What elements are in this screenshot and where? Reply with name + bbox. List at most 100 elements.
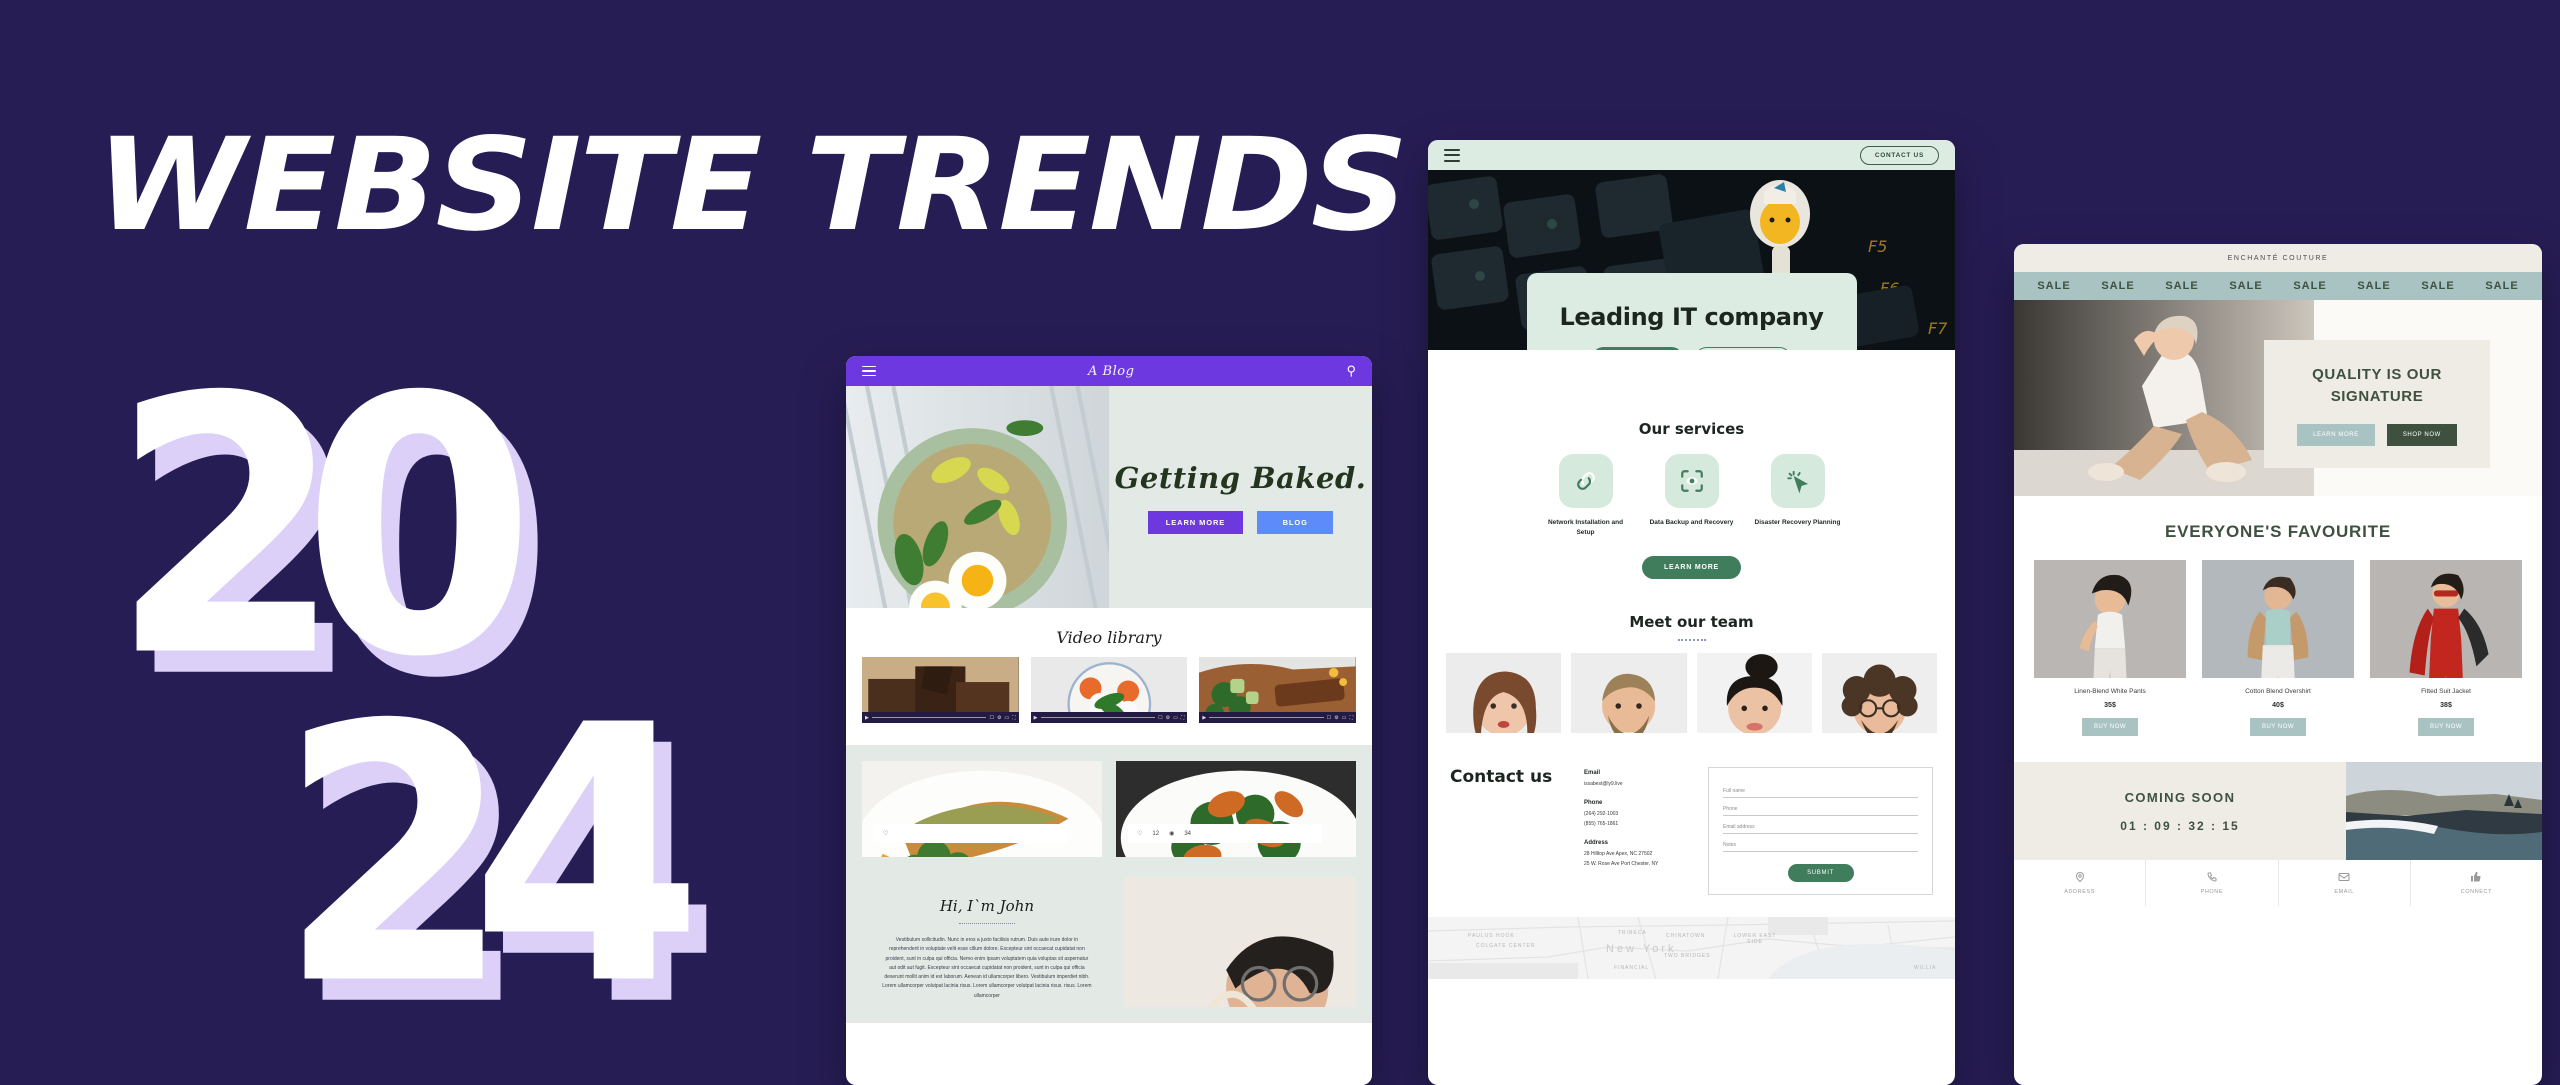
product-card[interactable]: Fitted Suit Jacket 38$ BUY NOW [2370,560,2522,736]
video-thumbnail[interactable]: ▶ ☐ ⚙ ▭ ⛶ [1199,657,1357,723]
blog-button[interactable]: BLOG [1257,510,1334,534]
video-controls[interactable]: ▶ ☐ ⚙ ▭ ⛶ [862,712,1019,723]
buy-now-button[interactable]: BUY NOW [2249,718,2307,736]
it-services-section: Our services Network Installation and Se… [1428,350,1955,579]
fashion-hero-card: QUALITY IS OUR SIGNATURE LEARN MORE SHOP… [2264,340,2490,468]
gear-icon[interactable]: ⚙ [997,715,1001,721]
theater-icon[interactable]: ▭ [1004,715,1009,721]
fashion-hero: QUALITY IS OUR SIGNATURE LEARN MORE SHOP… [2014,300,2542,496]
map-label: TRIBECA [1618,929,1647,936]
play-icon[interactable]: ▶ [1034,715,1038,721]
map-label: CHINATOWN [1666,932,1706,939]
theater-icon[interactable]: ▭ [1342,715,1347,721]
learn-more-button[interactable]: LEARN MORE [1147,510,1244,534]
about-copy: Hi, I`m John Vestibulum sollicitudin. Nu… [862,877,1112,1007]
team-title: Meet our team [1629,612,1754,631]
learn-more-button[interactable]: LEARN MORE [2297,423,2375,446]
footer-label: CONNECT [2460,889,2493,895]
team-member-photo[interactable] [1696,652,1812,733]
notes-input[interactable]: Notes [1723,834,1918,852]
services-learn-more-button[interactable]: LEARN MORE [1641,555,1742,579]
location-map[interactable]: PAULUS HOOK COLGATE CENTER TRIBECA CHINA… [1428,916,1955,979]
food-logo[interactable]: A Blog [876,364,1346,379]
contact-us-button[interactable]: CONTACT US [1859,145,1939,165]
address-value-1: 28 Hilltop Ave Apex, NC 27502 [1584,850,1653,857]
video-controls[interactable]: ▶ ☐ ⚙ ▭ ⛶ [1030,712,1188,723]
fashion-store-mockup[interactable]: ENCHANTÉ COUTURE SALE SALE SALE SALE SAL… [2014,244,2542,1085]
search-icon[interactable]: ⚲ [1346,363,1356,379]
footer-email[interactable]: EMAIL [2279,860,2411,906]
learn-more-button[interactable]: LEARN MORE [1592,347,1684,350]
product-photo [2370,560,2522,678]
full-name-input[interactable]: Full name [1723,780,1918,798]
year-digit-4: 4 [470,650,704,1063]
phone-value-2: (855) 765-1861 [1584,820,1619,827]
eye-icon: ◉ [1169,831,1175,837]
hero-food-photo [846,386,1109,608]
service-label: Disaster Recovery Planning [1754,519,1841,526]
theater-icon[interactable]: ▭ [1173,715,1178,721]
food-about: Hi, I`m John Vestibulum sollicitudin. Nu… [862,877,1356,1007]
video-thumbnail[interactable]: ▶ ☐ ⚙ ▭ ⛶ [1030,657,1188,723]
phone-value-1: (264) 292-1003 [1584,810,1619,817]
footer-phone[interactable]: PHONE [2146,860,2279,906]
team-member-photo[interactable] [1446,652,1562,733]
video-controls[interactable]: ▶ ☐ ⚙ ▭ ⛶ [1199,712,1357,723]
sale-tag: SALE [2485,280,2519,292]
sale-tag: SALE [2229,280,2263,292]
buy-now-button[interactable]: BUY NOW [2081,718,2139,736]
pip-icon[interactable]: ☐ [1158,715,1162,721]
service-label: Data Backup and Recovery [1649,519,1734,526]
progress-bar[interactable] [1209,717,1324,718]
fashion-hero-title: QUALITY IS OUR SIGNATURE [2312,366,2442,405]
sale-tag: SALE [2165,280,2199,292]
play-icon[interactable]: ▶ [865,715,869,721]
sale-marquee: SALE SALE SALE SALE SALE SALE SALE SALE [2014,272,2542,300]
shop-now-button[interactable]: SHOP NOW [2386,423,2457,446]
fullscreen-icon[interactable]: ⛶ [1350,715,1354,721]
service-card[interactable]: Disaster Recovery Planning [1755,454,1841,538]
phone-input[interactable]: Phone [1723,798,1918,816]
gallery-card-meta: ♡ 12 ◉ 34 [1128,824,1322,843]
it-company-mockup[interactable]: CONTACT US F5 F7 Leading IT company Our … [1428,140,1955,1085]
fullscreen-icon[interactable]: ⛶ [1181,715,1185,721]
product-list: Linen-Blend White Pants 35$ BUY NOW Cott… [2034,560,2522,736]
food-blog-mockup[interactable]: A Blog ⚲ Getting Baked. LEARN MORE BLOG … [846,356,1372,1085]
video-thumbnail[interactable]: ▶ ☐ ⚙ ▭ ⛶ [862,657,1019,723]
phone-icon [2207,872,2217,882]
favourites-section: EVERYONE'S FAVOURITE Linen-Blend White P… [2014,496,2542,736]
pip-icon[interactable]: ☐ [989,715,993,721]
footer-address[interactable]: ADDRESS [2014,860,2147,906]
product-card[interactable]: Linen-Blend White Pants 35$ BUY NOW [2034,560,2186,736]
countdown-timer: 01 : 09 : 32 : 15 [2120,818,2240,833]
gear-icon[interactable]: ⚙ [1166,715,1170,721]
food-gallery: ♡ ♡ 12 ◉ 34 Hi, I`m John Vestibulum soll… [846,745,1372,1023]
progress-bar[interactable] [1040,717,1156,718]
map-label: FINANCIAL [1614,964,1650,971]
fashion-topbar: ENCHANTÉ COUTURE [2014,244,2542,272]
pip-icon[interactable]: ☐ [1327,715,1331,721]
like-count: 12 [1152,830,1160,837]
gallery-card[interactable]: ♡ [862,761,1102,857]
hamburger-icon[interactable] [1444,145,1460,165]
service-card[interactable]: Data Backup and Recovery [1649,454,1735,538]
footer-connect[interactable]: CONNECT [2411,860,2542,906]
buy-now-button[interactable]: BUY NOW [2417,718,2475,736]
services-title: Our services [1638,420,1745,438]
fullscreen-icon[interactable]: ⛶ [1012,715,1016,721]
email-input[interactable]: Email address [1723,816,1918,834]
progress-bar[interactable] [871,717,987,718]
gear-icon[interactable]: ⚙ [1334,715,1338,721]
gallery-card[interactable]: ♡ 12 ◉ 34 [1116,761,1356,857]
product-photo [2202,560,2354,678]
get-started-button[interactable]: GET STARTED [1695,347,1791,350]
product-card[interactable]: Cotton Blend Overshirt 40$ BUY NOW [2202,560,2354,736]
year-row-top: 2 0 [110,351,750,705]
contact-form[interactable]: Full name Phone Email address Notes SUBM… [1708,766,1933,895]
service-card[interactable]: Network Installation and Setup [1543,454,1629,538]
play-icon[interactable]: ▶ [1202,715,1206,721]
team-member-photo[interactable] [1571,652,1687,733]
submit-button[interactable]: SUBMIT [1787,863,1854,882]
team-member-photo[interactable] [1821,652,1937,733]
hamburger-icon[interactable] [862,363,876,380]
